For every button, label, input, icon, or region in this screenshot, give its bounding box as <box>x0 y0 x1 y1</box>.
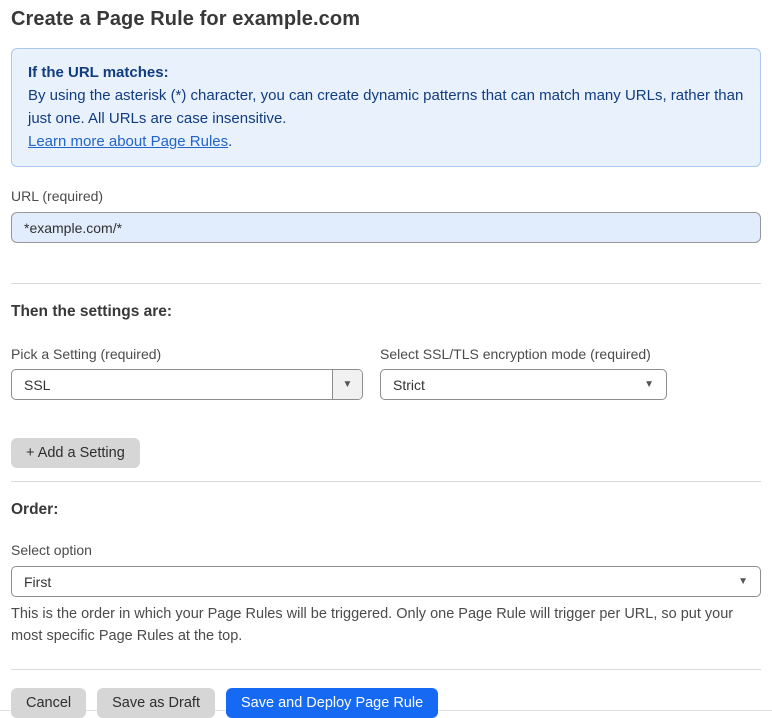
order-select-label: Select option <box>11 542 92 558</box>
info-box-link-line: Learn more about Page Rules. <box>28 130 744 153</box>
pick-setting-label: Pick a Setting (required) <box>11 346 162 362</box>
section-divider <box>11 283 761 284</box>
url-input[interactable] <box>11 212 761 243</box>
order-section-heading: Order: <box>11 501 59 518</box>
save-deploy-button[interactable]: Save and Deploy Page Rule <box>225 688 439 718</box>
encryption-mode-label: Select SSL/TLS encryption mode (required… <box>380 346 651 362</box>
pick-setting-value: SSL <box>24 376 51 393</box>
chevron-down-icon: ▼ <box>738 576 748 587</box>
order-select-value: First <box>24 573 52 590</box>
link-suffix: . <box>228 133 233 150</box>
chevron-down-icon: ▼ <box>644 379 654 390</box>
save-draft-button[interactable]: Save as Draft <box>97 688 215 718</box>
pick-setting-select[interactable]: SSL ▼ <box>11 369 363 400</box>
settings-row: Pick a Setting (required) SSL ▼ Select S… <box>11 346 761 400</box>
page-title: Create a Page Rule for example.com <box>11 8 361 30</box>
create-page-rule-form: Create a Page Rule for example.com If th… <box>0 0 772 718</box>
encryption-mode-select[interactable]: Strict ▼ <box>380 369 667 400</box>
chevron-down-icon[interactable]: ▼ <box>332 370 362 399</box>
learn-more-link[interactable]: Learn more about Page Rules <box>28 133 228 150</box>
cancel-button[interactable]: Cancel <box>11 688 87 718</box>
section-divider <box>11 481 761 482</box>
info-box-heading: If the URL matches: <box>28 64 169 81</box>
order-help-text: This is the order in which your Page Rul… <box>11 606 734 644</box>
info-box-body: By using the asterisk (*) character, you… <box>28 87 744 127</box>
encryption-mode-field: Select SSL/TLS encryption mode (required… <box>380 346 667 400</box>
pick-setting-field: Pick a Setting (required) SSL ▼ <box>11 346 363 400</box>
url-field-label: URL (required) <box>11 188 104 204</box>
add-setting-button[interactable]: + Add a Setting <box>11 438 140 468</box>
settings-section-heading: Then the settings are: <box>11 303 173 320</box>
order-select[interactable]: First ▼ <box>11 566 761 597</box>
encryption-mode-value: Strict <box>393 376 425 393</box>
footer-divider <box>11 669 761 670</box>
footer-actions: Cancel Save as Draft Save and Deploy Pag… <box>11 688 761 718</box>
url-match-info-box: If the URL matches: By using the asteris… <box>11 48 761 167</box>
